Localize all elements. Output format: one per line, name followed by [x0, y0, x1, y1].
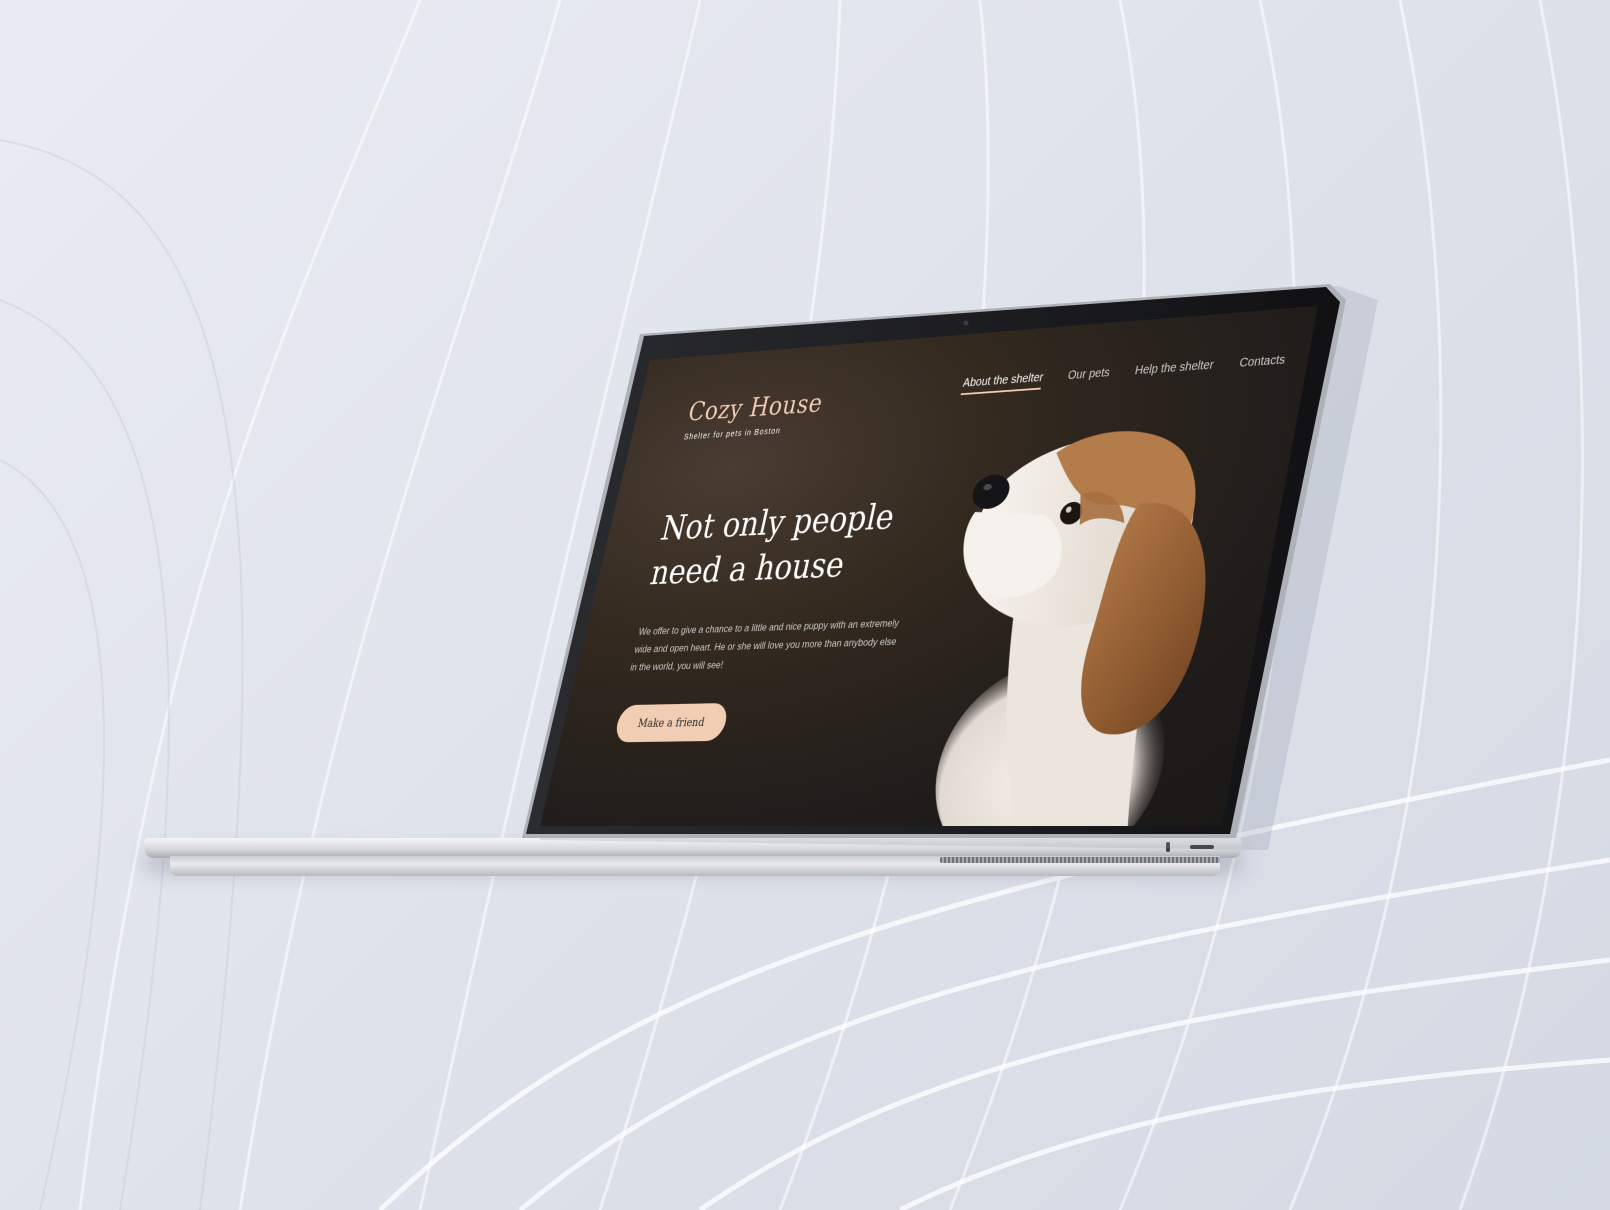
nav-item-about-the-shelter[interactable]: About the shelter	[961, 371, 1045, 395]
laptop-base	[144, 838, 1242, 858]
logo-title[interactable]: Cozy House	[685, 388, 825, 427]
nav-item-help-the-shelter[interactable]: Help the shelter	[1133, 358, 1215, 383]
mockup-scene: Cozy House Shelter for pets in Boston Ab…	[0, 0, 1610, 1210]
hero-title-line-2: need a house	[647, 544, 849, 593]
logo-subtitle: Shelter for pets in Boston	[683, 426, 782, 442]
puppy-illustration	[894, 401, 1289, 826]
nav-item-contacts[interactable]: Contacts	[1237, 353, 1286, 376]
laptop-port	[1190, 845, 1214, 849]
laptop-vent	[940, 857, 1220, 863]
laptop-port-indicator	[1166, 842, 1170, 852]
main-nav: About the shelter Our pets Help the shel…	[961, 353, 1287, 395]
hero-description: We offer to give a chance to a little an…	[628, 614, 902, 677]
hero-title-line-1: Not only people	[657, 496, 898, 548]
make-a-friend-button[interactable]: Make a friend	[613, 703, 730, 742]
website-screen: Cozy House Shelter for pets in Boston Ab…	[540, 306, 1318, 826]
hero-title: Not only people need a house	[646, 492, 927, 595]
nav-item-our-pets[interactable]: Our pets	[1066, 366, 1112, 388]
